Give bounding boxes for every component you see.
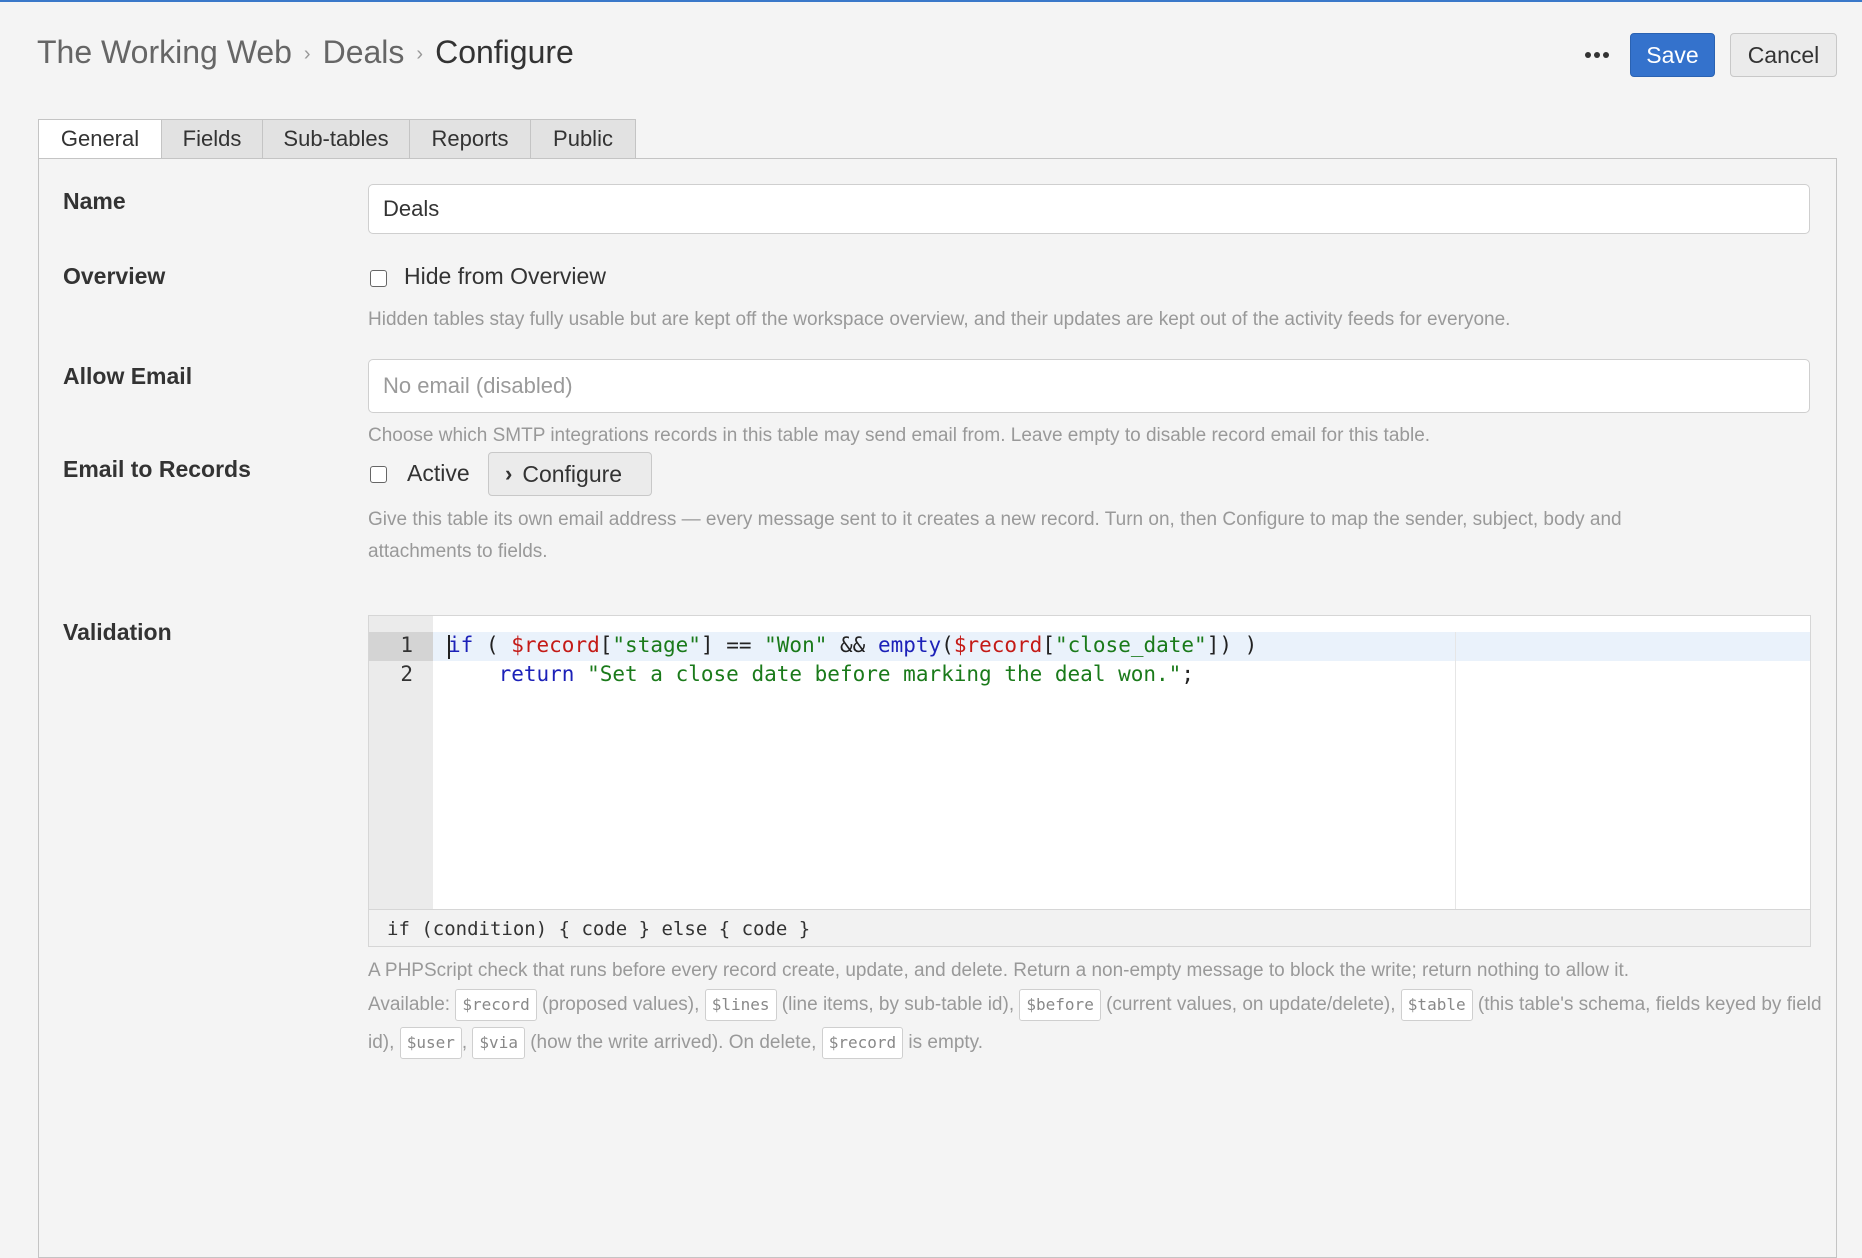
var-table-tag: $table [1400,988,1473,1021]
tab-general[interactable]: General [38,119,162,159]
line-number: 1 [400,633,413,657]
save-button[interactable]: Save [1630,33,1715,77]
more-options-button[interactable] [1580,40,1614,70]
breadcrumb-table-link[interactable]: Deals [323,34,405,71]
top-accent-line [0,0,1862,2]
email-to-records-label: Email to Records [63,456,251,482]
code-line-1[interactable]: if ( $record["stage"] == "Won" && empty(… [448,633,1257,657]
chevron-right-icon: › [505,461,513,486]
hide-from-overview-checkbox[interactable] [370,270,387,287]
editor-print-margin [1455,632,1456,909]
var-lines-tag: $lines [704,988,777,1021]
text-cursor [448,635,450,659]
validation-help-variables: Available: $record (proposed values), $l… [368,986,1828,1062]
allow-email-label: Allow Email [63,363,193,389]
breadcrumb-separator: › [416,43,424,65]
overview-label: Overview [63,263,166,289]
tab-reports[interactable]: Reports [410,119,531,159]
overview-help-text: Hidden tables stay fully usable but are … [368,309,1511,330]
var-record-tag: $record [455,988,537,1021]
var-before-tag: $before [1019,988,1101,1021]
ellipsis-icon [1585,52,1591,58]
name-input[interactable] [368,184,1810,234]
validation-help-line1: A PHPScript check that runs before every… [368,960,1630,981]
email-to-records-help-line1: Give this table its own email address — … [368,509,1622,530]
var-record-tag: $record [821,1026,904,1059]
allow-email-input[interactable] [368,359,1810,413]
breadcrumb-workspace-link[interactable]: The Working Web [37,34,292,71]
validation-code-editor[interactable]: 1 2 if ( $record["stage"] == "Won" && em… [368,615,1811,947]
breadcrumb: The Working Web › Deals › Configure [37,34,574,71]
hide-from-overview-label[interactable]: Hide from Overview [404,263,606,290]
email-to-records-active-checkbox[interactable] [370,466,387,483]
configure-email-button-label: Configure [522,460,623,487]
var-user-tag: $user [399,1026,462,1059]
tab-subtables[interactable]: Sub-tables [263,119,410,159]
line-number: 2 [400,662,413,686]
var-via-tag: $via [472,1026,525,1059]
editor-syntax-hint: if (condition) { code } else { code } [369,909,1810,946]
allow-email-help-text: Choose which SMTP integrations records i… [368,425,1431,446]
configure-email-button[interactable]: › Configure [488,452,652,496]
code-line-2[interactable]: return "Set a close date before marking … [448,662,1194,686]
cancel-button[interactable]: Cancel [1730,33,1837,77]
email-to-records-help-line2: attachments to fields. [368,541,548,562]
validation-label: Validation [63,619,172,645]
page-title: Configure [435,34,574,70]
tab-public[interactable]: Public [531,119,636,159]
breadcrumb-separator: › [303,43,311,65]
tab-fields[interactable]: Fields [162,119,263,159]
email-to-records-active-label[interactable]: Active [407,460,470,487]
config-tabs: General Fields Sub-tables Reports Public [38,119,636,159]
name-label: Name [63,188,126,214]
